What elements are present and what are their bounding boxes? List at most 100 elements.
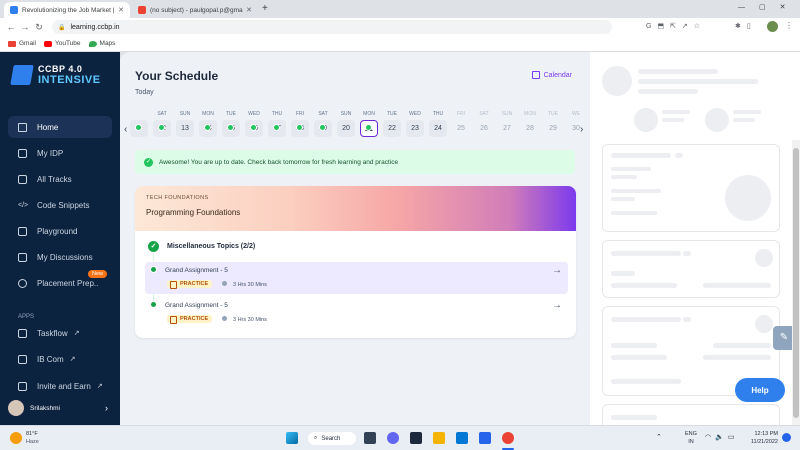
day-item[interactable]: SAT19 <box>314 111 332 137</box>
sidebar-item-my-discussions[interactable]: My Discussions <box>8 246 112 268</box>
taskbar-search[interactable]: ⌕ Search <box>308 432 356 445</box>
day-item[interactable]: MON 28 <box>521 111 539 137</box>
assignment-row[interactable]: Grand Assignment - 5 PRACTICE 3 Hrs 30 M… <box>145 262 568 294</box>
day-item[interactable]: SUN 13 <box>176 111 194 137</box>
day-item[interactable]: WE 30 <box>567 111 585 137</box>
assignment-title: Grand Assignment - 5 <box>165 267 228 274</box>
windows-start-icon[interactable] <box>286 432 298 444</box>
browser-tab-active[interactable]: Revolutionizing the Job Market | ✕ <box>4 2 130 18</box>
forward-icon[interactable]: → <box>18 22 32 32</box>
day-item[interactable]: SUN 27 <box>498 111 516 137</box>
language-indicator[interactable]: ENG IN <box>685 430 697 446</box>
close-icon[interactable]: ✕ <box>118 6 124 14</box>
topic-header[interactable]: ✓ Miscellaneous Topics (2/2) <box>148 241 255 252</box>
bookmark-maps[interactable]: Maps <box>88 40 115 47</box>
day-name: SAT <box>479 111 489 117</box>
chat-app-icon[interactable] <box>387 432 399 444</box>
bookmarks-bar: Gmail YouTube Maps <box>0 36 800 52</box>
reload-icon[interactable]: ↻ <box>32 22 46 33</box>
browser-tab-bar: Revolutionizing the Job Market | ✕ (no s… <box>0 0 800 18</box>
day-item[interactable]: TUE 29 <box>544 111 562 137</box>
book-icon <box>18 174 27 184</box>
skeleton-avatar <box>602 66 632 96</box>
skeleton-line <box>662 110 690 114</box>
weather-widget[interactable]: 81°F Haze <box>26 430 39 446</box>
success-alert: ✓ Awesome! You are up to date. Check bac… <box>135 150 575 174</box>
skeleton-line <box>733 118 755 122</box>
sidebar-item-all-tracks[interactable]: All Tracks <box>8 168 112 190</box>
day-item[interactable]: SUN 20 <box>337 111 355 137</box>
notification-icon[interactable] <box>782 433 791 442</box>
day-item[interactable]: THU17 <box>268 111 286 137</box>
status-dot <box>150 301 157 308</box>
day-item[interactable]: MON21 <box>360 111 378 137</box>
chevron-up-icon[interactable]: ⌃ <box>656 433 662 441</box>
day-name: SUN <box>501 111 513 117</box>
sidebar-item-home[interactable]: Home <box>8 116 112 138</box>
system-tray-icons[interactable]: ◠🔈▭ <box>705 433 738 441</box>
bookmark-gmail[interactable]: Gmail <box>8 40 36 47</box>
day-date: 28 <box>526 125 534 132</box>
day-item[interactable]: WED 23 <box>406 111 424 137</box>
browser-tab-gmail[interactable]: (no subject) - paulgopal.p@gma ✕ <box>132 2 258 18</box>
assignment-row[interactable]: Grand Assignment - 5 PRACTICE 3 Hrs 30 M… <box>145 297 568 329</box>
day-date: 25 <box>457 125 465 132</box>
day-date: 13 <box>176 120 194 137</box>
task-view-icon[interactable] <box>364 432 376 444</box>
user-profile[interactable]: Srilakshmi › <box>8 398 112 418</box>
scrollbar[interactable] <box>792 140 800 425</box>
address-bar[interactable]: 🔒 learning.ccbp.in <box>52 20 612 34</box>
gift-icon <box>18 381 27 391</box>
new-tab-icon[interactable]: + <box>262 3 268 14</box>
toolbar-icons[interactable]: G⬒⇱↗☆ <box>646 22 706 30</box>
app-item-ib-com[interactable]: IB Com ↗ <box>8 348 112 370</box>
day-item[interactable]: WED16 <box>245 111 263 137</box>
day-name: WE <box>571 111 581 117</box>
assignment-title: Grand Assignment - 5 <box>165 302 228 309</box>
calendar-button[interactable]: Calendar <box>531 71 572 79</box>
extension-icons[interactable]: ✱▯ <box>735 22 757 30</box>
sidebar: CCBP 4.0 INTENSIVE Home My IDP All Track… <box>0 52 120 425</box>
window-controls[interactable]: —▢✕ <box>738 3 799 11</box>
sidebar-item-code-snippets[interactable]: </> Code Snippets <box>8 194 112 216</box>
app-item-invite-earn[interactable]: Invite and Earn ↗ <box>8 375 112 397</box>
scrollbar-thumb[interactable] <box>793 148 799 418</box>
day-item[interactable]: TUE15 <box>222 111 240 137</box>
day-item[interactable]: FRI 25 <box>452 111 470 137</box>
edge-dark-app-icon[interactable] <box>410 432 422 444</box>
ccbp-logo[interactable]: CCBP 4.0 INTENSIVE <box>10 64 101 86</box>
system-clock[interactable]: 12:13 PM 11/21/2022 <box>751 430 778 446</box>
calendar-icon <box>531 71 540 79</box>
help-button[interactable]: Help <box>735 378 785 402</box>
store-icon[interactable] <box>479 432 491 444</box>
new-badge: New <box>88 270 108 278</box>
weather-icon[interactable] <box>10 432 22 444</box>
bookmark-youtube[interactable]: YouTube <box>43 40 81 47</box>
day-item[interactable]: MON14 <box>199 111 217 137</box>
day-item[interactable]: SAT12 <box>153 111 171 137</box>
sidebar-item-playground[interactable]: Playground <box>8 220 112 242</box>
idp-icon <box>18 148 27 158</box>
profile-avatar[interactable] <box>767 21 778 32</box>
app-item-taskflow[interactable]: Taskflow ↗ <box>8 322 112 344</box>
back-icon[interactable]: ← <box>4 22 18 32</box>
day-item[interactable]: TUE 22 <box>383 111 401 137</box>
skeleton-card <box>602 144 780 232</box>
day-item[interactable]: SAT 26 <box>475 111 493 137</box>
file-explorer-icon[interactable] <box>433 432 445 444</box>
tab-title: Revolutionizing the Job Market | <box>22 6 115 14</box>
day-item[interactable]: THU 24 <box>429 111 447 137</box>
vscode-icon[interactable] <box>456 432 468 444</box>
arrow-right-icon[interactable]: → <box>552 300 562 311</box>
prev-arrow-icon[interactable]: ‹ <box>124 124 127 135</box>
sidebar-item-my-idp[interactable]: My IDP <box>8 142 112 164</box>
menu-icon[interactable]: ⋮ <box>785 21 793 30</box>
close-icon[interactable]: ✕ <box>246 6 252 14</box>
day-item[interactable]: 8 <box>130 111 148 137</box>
arrow-right-icon[interactable]: → <box>552 265 562 276</box>
day-item[interactable]: FRI18 <box>291 111 309 137</box>
skeleton-line <box>638 79 758 84</box>
chrome-icon[interactable] <box>502 432 514 444</box>
course-name: Programming Foundations <box>146 208 241 217</box>
ib-com-icon <box>18 354 27 364</box>
